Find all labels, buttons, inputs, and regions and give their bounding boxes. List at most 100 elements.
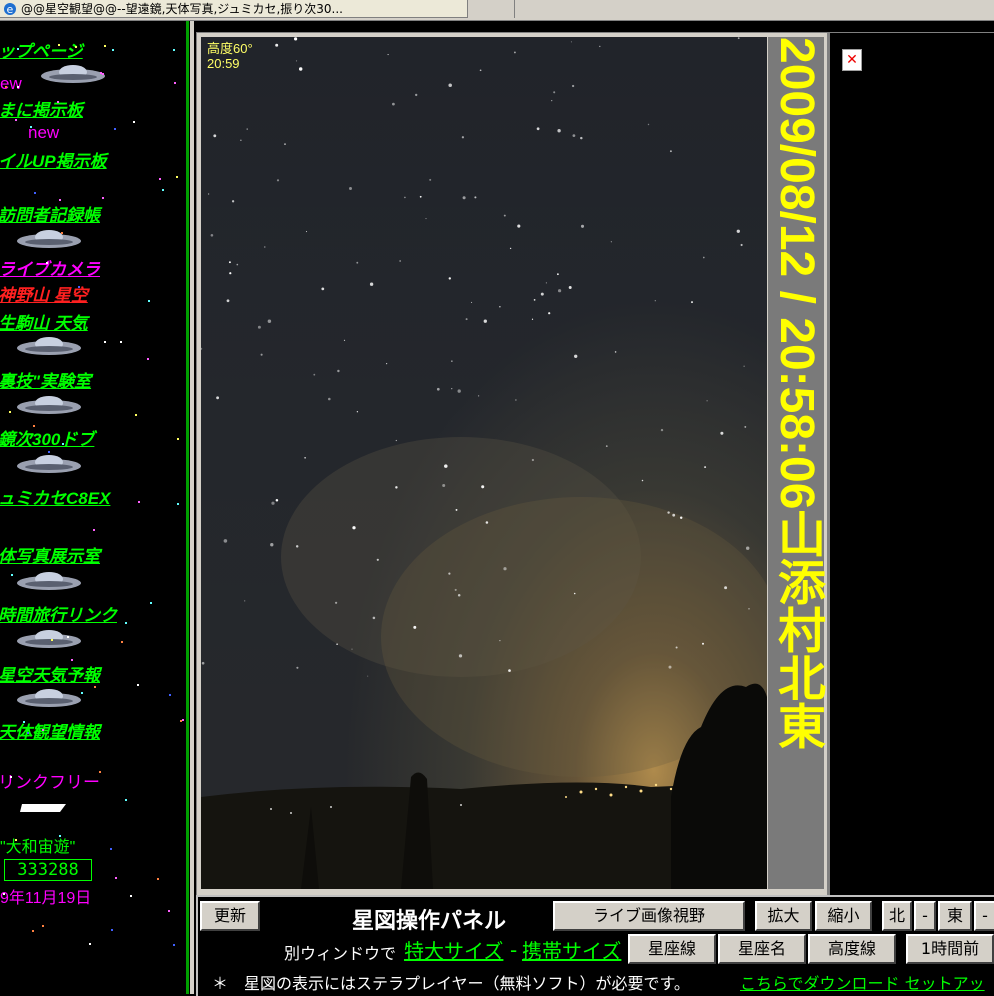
- sky-star: [295, 60, 298, 62]
- nav-link-live-camera[interactable]: ライブカメラ: [0, 255, 100, 280]
- link-hyphen: -: [510, 938, 518, 962]
- nav-link-file-upload-board[interactable]: イルUP掲示板: [0, 147, 107, 172]
- background-star: [115, 877, 117, 879]
- background-star: [42, 729, 44, 731]
- xl-size-link[interactable]: 特大サイズ: [404, 935, 503, 964]
- sky-star: [462, 196, 466, 200]
- mobile-size-link[interactable]: 携帯サイズ: [522, 935, 621, 964]
- sky-star: [413, 625, 417, 629]
- sky-star: [503, 214, 506, 217]
- sky-star: [304, 457, 306, 459]
- sky-star: [264, 246, 266, 248]
- sky-star: [720, 431, 724, 435]
- camera-time-label: 20:59: [207, 56, 240, 71]
- north-button[interactable]: 北: [882, 901, 912, 931]
- background-star: [46, 262, 48, 264]
- sky-star: [267, 319, 272, 324]
- sky-star: [485, 521, 489, 524]
- background-star: [133, 121, 135, 123]
- sky-star: [599, 45, 601, 48]
- sky-star: [343, 339, 346, 342]
- live-view-button[interactable]: ライブ画像視野: [553, 901, 745, 931]
- nav-link-ikomayama-weather[interactable]: 生駒山 天気: [0, 309, 88, 334]
- sky-star: [454, 588, 457, 591]
- nav-link-schmidt-cassegrain[interactable]: ュミカセC8EX: [0, 484, 110, 509]
- background-star: [159, 178, 161, 180]
- background-star: [93, 529, 95, 531]
- background-star: [173, 944, 175, 946]
- download-link[interactable]: こちらでダウンロード セットアッ: [740, 970, 985, 994]
- background-star: [71, 659, 73, 661]
- nav-link-astrophoto-gallery[interactable]: 体写真展示室: [0, 542, 100, 567]
- sky-star: [558, 289, 562, 293]
- altitude-lines-button[interactable]: 高度線: [808, 934, 896, 964]
- sky-star: [551, 99, 553, 102]
- constellation-names-button[interactable]: 星座名: [718, 934, 806, 964]
- nav-link-guestbook[interactable]: 訪問者記録帳: [0, 201, 100, 226]
- background-star: [120, 341, 122, 343]
- panel-title: 星図操作パネル: [352, 909, 507, 934]
- sky-star: [479, 69, 482, 72]
- sky-star: [724, 586, 728, 590]
- night-sky-photo: [201, 37, 767, 889]
- sky-star: [513, 51, 516, 54]
- sky-star: [425, 218, 427, 220]
- sky-star: [548, 312, 551, 315]
- update-button[interactable]: 更新: [200, 901, 260, 931]
- banner-icon: [20, 804, 66, 812]
- sky-star: [499, 639, 501, 642]
- sky-star: [328, 397, 331, 401]
- nav-link-kounoyama-sky[interactable]: 神野山 星空: [0, 281, 88, 306]
- zoom-in-button[interactable]: 拡大: [755, 901, 812, 931]
- nav-link-observation-info[interactable]: 天体観望情報: [0, 718, 100, 743]
- background-star: [174, 82, 176, 84]
- browser-tab[interactable]: e @@星空観望@@--望遠鏡,天体写真,ジュミカセ,振り次30...: [0, 0, 468, 18]
- frame-splitter[interactable]: [190, 21, 194, 994]
- east-button[interactable]: 東: [938, 901, 972, 931]
- sky-star: [356, 411, 359, 413]
- sky-star: [669, 150, 672, 153]
- background-star: [125, 799, 127, 801]
- background-star: [9, 411, 11, 413]
- live-camera-frame: 高度60° 20:59 2009/08/12 / 20:58:06山添村北東: [196, 32, 828, 896]
- ufo-icon: [17, 230, 81, 248]
- sky-star: [654, 300, 656, 302]
- sky-star: [448, 572, 451, 575]
- nav-link-board[interactable]: まに掲示板: [0, 96, 83, 121]
- north-east-button[interactable]: -: [914, 901, 936, 931]
- sky-star: [228, 261, 231, 264]
- sky-star: [386, 363, 388, 365]
- background-star: [157, 878, 159, 880]
- sky-star: [229, 272, 232, 275]
- sky-star: [442, 484, 446, 487]
- zoom-out-button[interactable]: 縮小: [815, 901, 872, 931]
- nav-link-time-travel[interactable]: 時間旅行リンク: [0, 601, 117, 626]
- sky-star: [580, 136, 583, 140]
- sky-star: [557, 273, 559, 276]
- sky-star: [580, 224, 585, 228]
- separate-window-text: 別ウィンドウで: [284, 944, 397, 963]
- sky-star: [610, 241, 612, 243]
- sky-star: [675, 646, 678, 649]
- nav-link-top-page[interactable]: ップページ: [0, 37, 83, 62]
- sky-star: [740, 243, 743, 247]
- nav-link-sky-forecast[interactable]: 星空天気予報: [0, 661, 100, 686]
- background-star: [110, 848, 112, 850]
- sky-star: [748, 608, 750, 610]
- browser-tab-empty[interactable]: [470, 0, 515, 18]
- background-star: [130, 895, 132, 897]
- sky-star: [641, 479, 644, 482]
- nav-link-lab[interactable]: 裏技"実験室: [0, 367, 91, 392]
- hour-before-button[interactable]: 1時間前: [906, 934, 994, 964]
- nav-link-dobsonian[interactable]: 鏡次300ドブ: [0, 425, 94, 450]
- sky-star: [226, 299, 230, 303]
- east-south-button[interactable]: -: [974, 901, 994, 931]
- sky-star: [356, 261, 359, 264]
- broken-image-icon: ✕: [842, 49, 862, 71]
- sky-star: [517, 224, 521, 228]
- sky-star: [240, 139, 242, 141]
- background-star: [33, 425, 35, 427]
- sky-star: [503, 567, 507, 571]
- sky-star: [531, 458, 535, 462]
- constellation-lines-button[interactable]: 星座線: [628, 934, 716, 964]
